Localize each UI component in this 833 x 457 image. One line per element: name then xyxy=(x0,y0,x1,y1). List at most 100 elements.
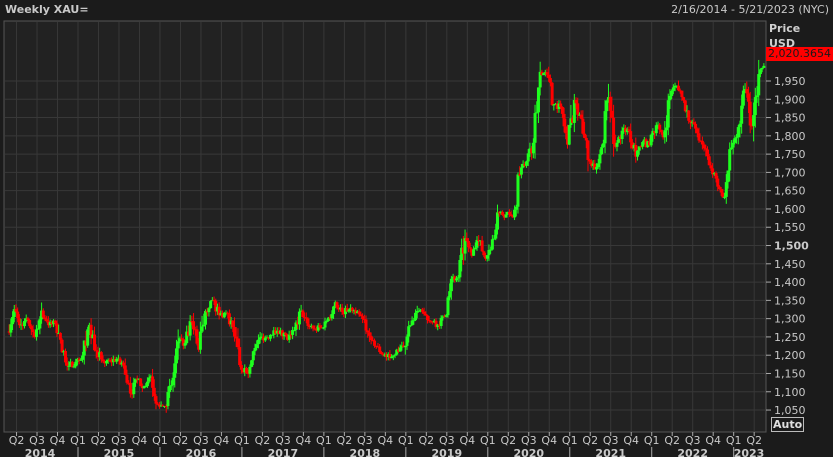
candle-down xyxy=(612,117,616,145)
candle-down xyxy=(683,100,687,112)
candle-down xyxy=(745,89,749,94)
candle-down xyxy=(610,110,614,118)
candle-up xyxy=(724,182,728,197)
candle-down xyxy=(706,149,710,157)
candle-down xyxy=(560,106,564,114)
candle-down xyxy=(422,311,426,314)
candle-down xyxy=(156,403,160,405)
candle-up xyxy=(256,339,260,345)
candle-up xyxy=(526,153,530,162)
candle-down xyxy=(16,311,20,319)
candle-down xyxy=(659,129,663,133)
candle-down xyxy=(306,318,310,326)
candle-up xyxy=(492,238,496,240)
y-tick-label: 1,800 xyxy=(774,130,806,143)
candle-up xyxy=(663,130,667,138)
candle-up xyxy=(405,336,409,346)
quarter-label: Q1 xyxy=(316,434,332,447)
candle-down xyxy=(579,114,583,119)
candle-up xyxy=(171,377,175,386)
quarter-label: Q4 xyxy=(378,434,394,447)
candle-up xyxy=(209,301,213,309)
quarter-label: Q3 xyxy=(357,434,373,447)
candle-down xyxy=(468,247,472,249)
candle-down xyxy=(125,374,129,383)
candle-up xyxy=(9,324,13,333)
candle-up xyxy=(253,348,257,352)
candle-down xyxy=(658,124,662,130)
quarter-label: Q2 xyxy=(337,434,353,447)
candle-up xyxy=(726,170,730,183)
candle-up xyxy=(330,314,334,319)
candle-down xyxy=(576,103,580,115)
candle-down xyxy=(627,129,631,132)
candle-up xyxy=(753,97,757,116)
candle-up xyxy=(635,150,639,157)
quarter-label: Q2 xyxy=(9,434,25,447)
quarter-label: Q1 xyxy=(152,434,168,447)
candle-down xyxy=(680,90,684,98)
candle-up xyxy=(174,348,178,364)
quarter-label: Q1 xyxy=(644,434,660,447)
candle-down xyxy=(359,314,363,317)
quarter-label: Q4 xyxy=(459,434,475,447)
candle-up xyxy=(251,351,255,361)
candle-down xyxy=(501,211,505,216)
candle-down xyxy=(574,100,578,104)
candle-down xyxy=(564,126,568,134)
candle-up xyxy=(74,361,78,367)
y-tick-label: 1,700 xyxy=(774,166,806,179)
candle-down xyxy=(244,367,248,374)
price-label: Price xyxy=(769,22,801,35)
candle-up xyxy=(446,297,450,316)
candle-up xyxy=(762,65,766,68)
candle-down xyxy=(28,320,32,327)
candle-down xyxy=(420,309,424,312)
candle-down xyxy=(238,347,242,366)
candle-down xyxy=(466,240,470,248)
price-chart[interactable]: 1,050 1,100 1,150 1,200 1,250 1,300 1,350 1,400… xyxy=(0,0,833,457)
candle-down xyxy=(584,137,588,141)
candle-down xyxy=(234,336,238,339)
candle-down xyxy=(682,97,686,101)
candle-up xyxy=(325,320,329,322)
quarter-label: Q3 xyxy=(193,434,209,447)
candle-down xyxy=(559,103,563,107)
candle-up xyxy=(760,67,764,70)
last-price-badge: 2,020.3654 xyxy=(766,47,833,61)
candle-down xyxy=(122,362,126,366)
candle-down xyxy=(545,72,549,75)
candle-down xyxy=(63,351,67,363)
candle-down xyxy=(123,365,127,375)
quarter-label: Q2 xyxy=(582,434,598,447)
candle-up xyxy=(516,174,520,207)
quarter-label: Q1 xyxy=(726,434,742,447)
year-label: 2020 xyxy=(513,447,544,457)
candle-down xyxy=(562,113,566,127)
y-tick-label: 1,650 xyxy=(774,185,806,198)
candle-up xyxy=(666,100,670,128)
quarter-label: Q1 xyxy=(480,434,496,447)
auto-scale-button[interactable]: Auto xyxy=(771,417,805,432)
candle-down xyxy=(695,128,699,134)
candle-down xyxy=(55,323,59,334)
candle-down xyxy=(548,78,552,83)
quarter-label: Q4 xyxy=(705,434,721,447)
candle-down xyxy=(707,156,711,166)
candle-up xyxy=(455,278,459,281)
candle-down xyxy=(694,123,698,129)
candle-up xyxy=(641,142,645,147)
year-label: 2023 xyxy=(734,447,765,457)
candle-down xyxy=(688,120,692,123)
candle-up xyxy=(166,392,170,407)
candle-down xyxy=(45,319,49,322)
y-tick-label: 1,050 xyxy=(774,404,806,417)
candle-up xyxy=(525,161,529,166)
candle-down xyxy=(424,313,428,316)
candle-down xyxy=(588,159,592,162)
candle-down xyxy=(721,192,725,198)
year-label: 2019 xyxy=(432,447,463,457)
candle-up xyxy=(407,326,411,337)
candle-down xyxy=(14,309,18,312)
year-label: 2014 xyxy=(25,447,56,457)
